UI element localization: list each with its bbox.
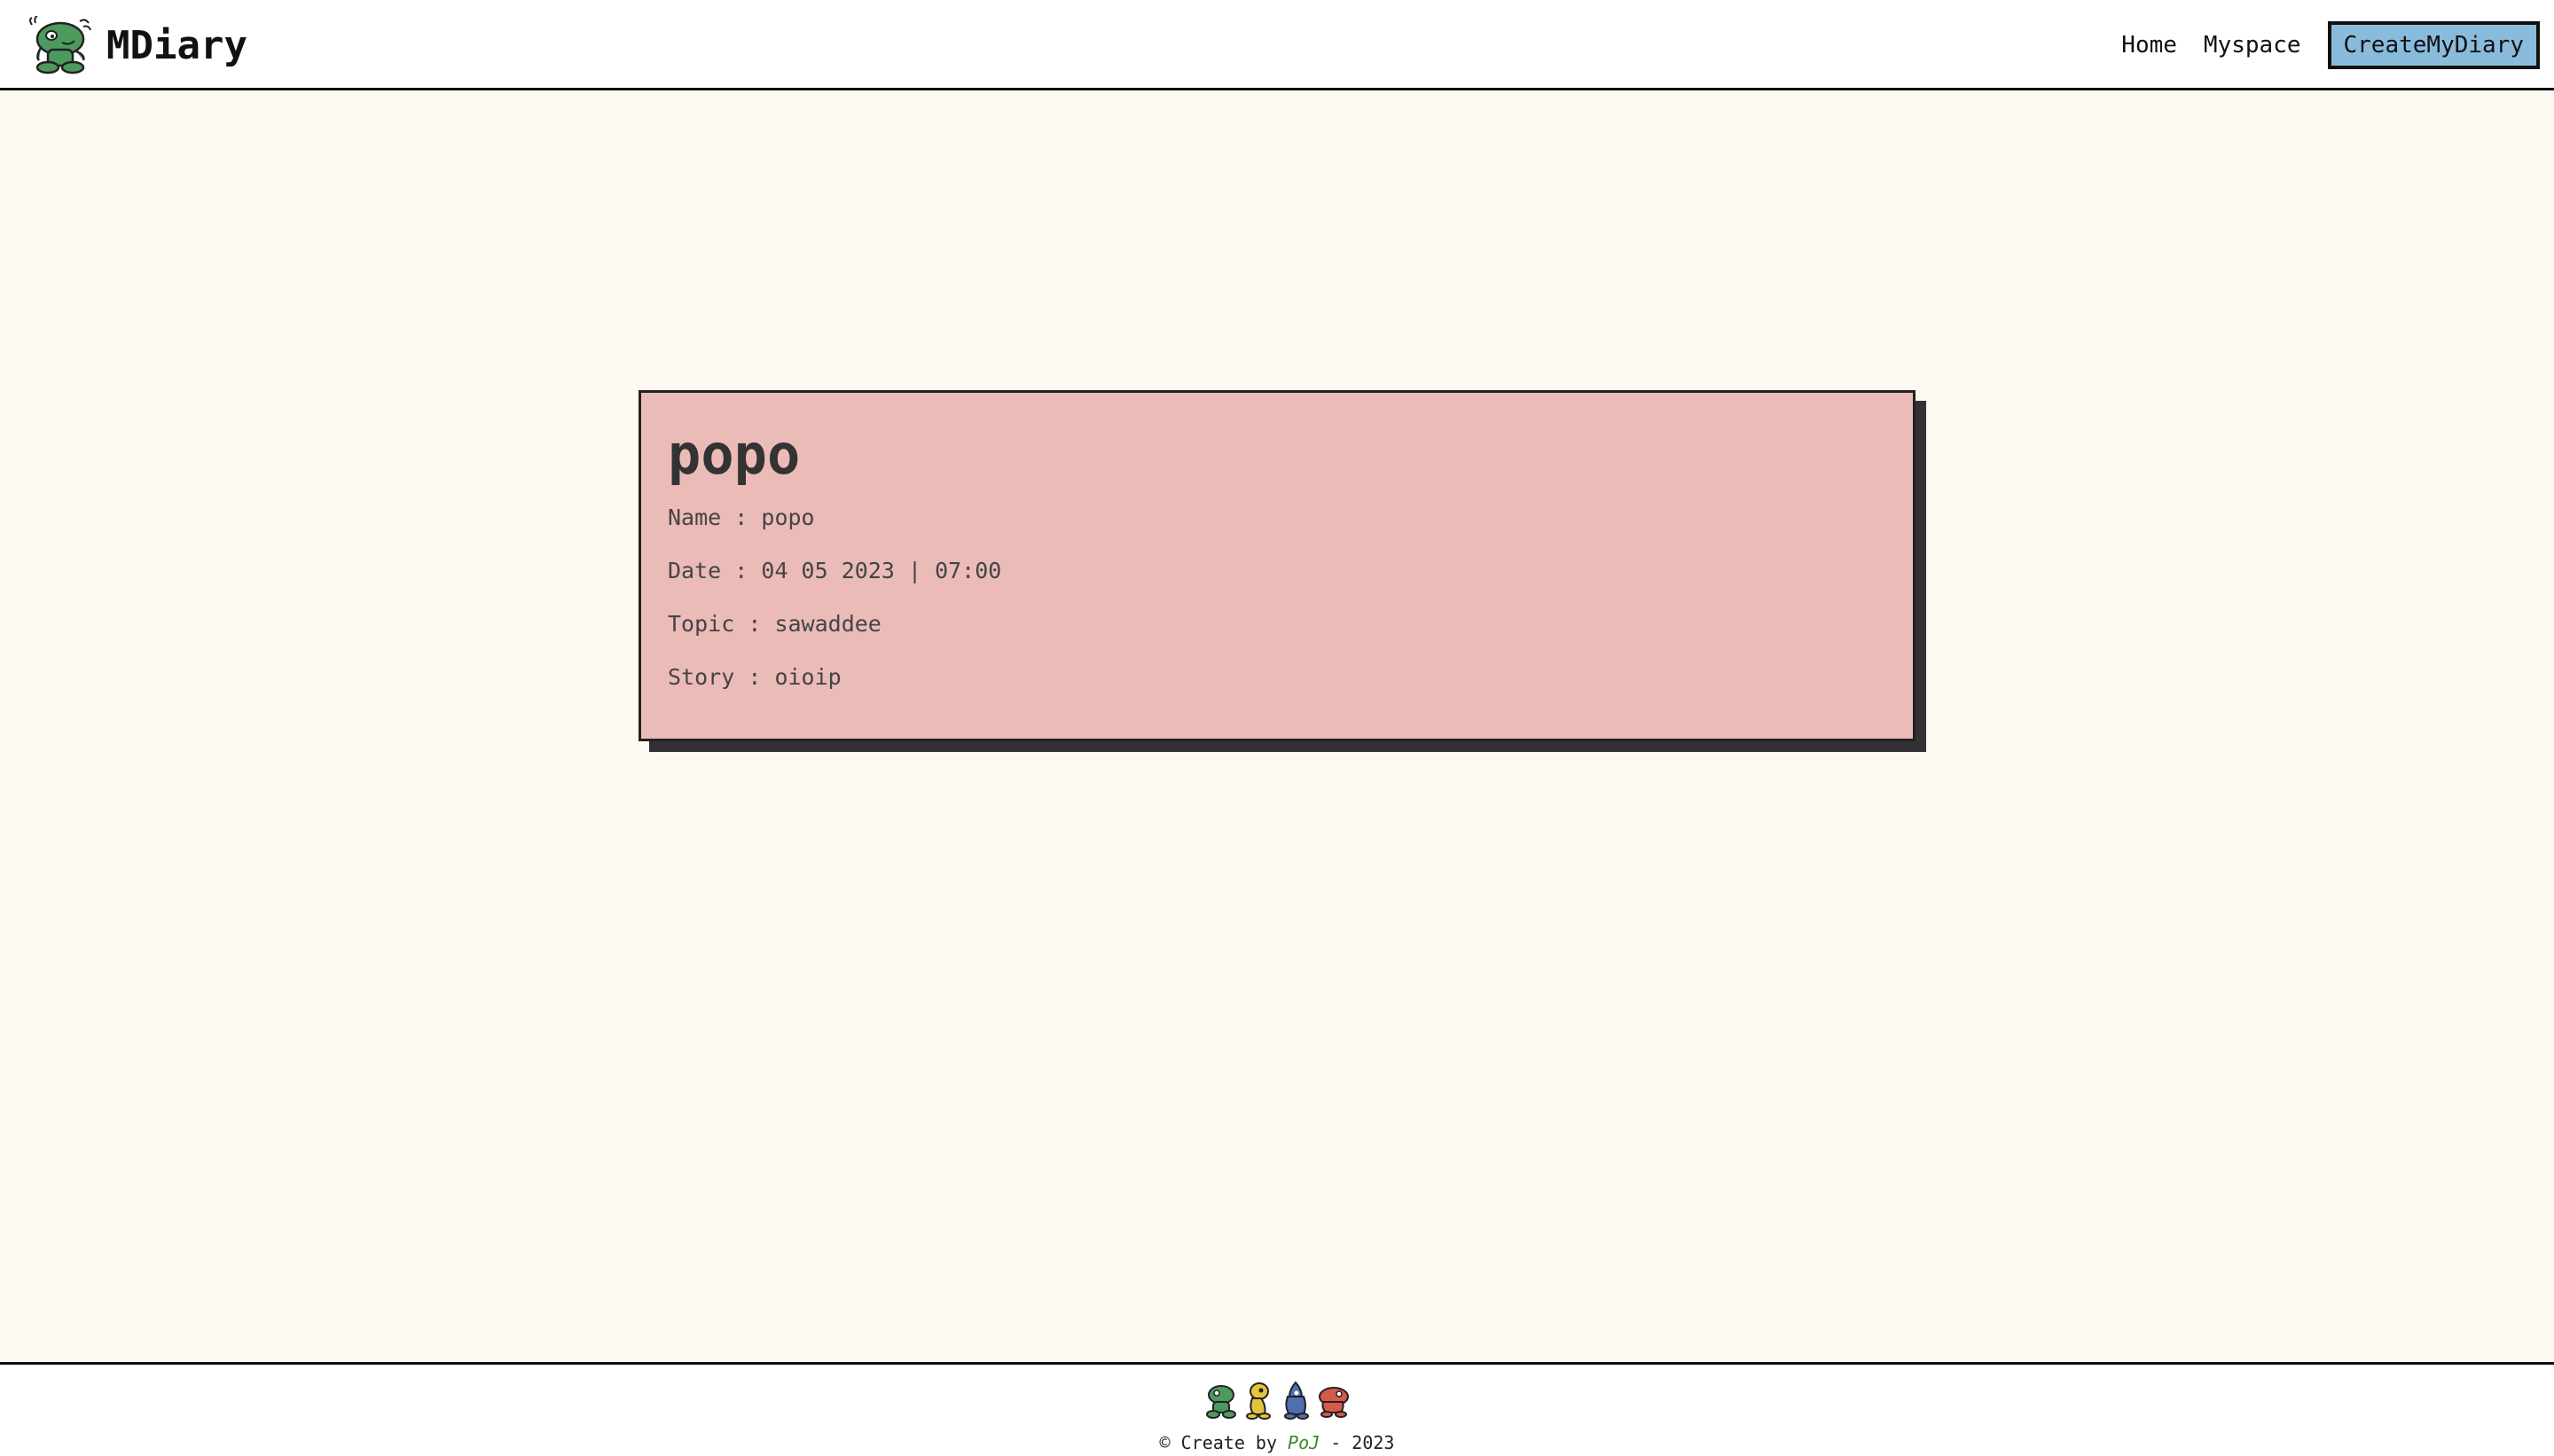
footer-credit: © Create by PoJ - 2023 — [0, 1432, 2554, 1453]
diary-date-value: 04 05 2023 | 07:00 — [761, 558, 1002, 583]
separator: : — [734, 505, 748, 530]
diary-name-label: Name — [668, 505, 722, 530]
footer-author-link[interactable]: PoJ — [1288, 1432, 1320, 1453]
yellow-monster-icon — [1246, 1382, 1271, 1420]
green-monster-icon — [29, 16, 91, 74]
footer-create-by: Create by — [1180, 1432, 1277, 1453]
footer-dash: - — [1330, 1432, 1342, 1453]
diary-name-row: Name : popo — [668, 503, 1886, 556]
diary-story-label: Story — [668, 664, 735, 690]
separator: : — [748, 664, 762, 690]
nav-home-link[interactable]: Home — [2121, 32, 2177, 59]
separator: : — [748, 611, 762, 637]
diary-topic-row: Topic : sawaddee — [668, 609, 1886, 662]
copyright-symbol: © — [1159, 1432, 1171, 1453]
diary-title: popo — [668, 422, 801, 487]
diary-topic-value: sawaddee — [774, 611, 881, 637]
navbar: MDiary Home Myspace CreateMyDiary — [0, 0, 2554, 90]
diary-topic-label: Topic — [668, 611, 735, 637]
mascot-row — [1203, 1381, 1351, 1420]
green-monster-icon — [1206, 1385, 1236, 1419]
diary-story-row: Story : oioip — [668, 662, 1886, 716]
diary-date-label: Date — [668, 558, 722, 583]
diary-card-container: popo Name : popo Date : 04 05 2023 | 07:… — [638, 390, 1926, 752]
footer-year: 2023 — [1351, 1432, 1395, 1453]
blue-monster-icon — [1284, 1381, 1309, 1420]
red-monster-icon — [1319, 1387, 1349, 1418]
diary-card: popo Name : popo Date : 04 05 2023 | 07:… — [638, 390, 1916, 741]
diary-name-value: popo — [761, 505, 815, 530]
diary-story-value: oioip — [774, 664, 842, 690]
footer: © Create by PoJ - 2023 — [0, 1362, 2554, 1456]
create-my-diary-button[interactable]: CreateMyDiary — [2327, 21, 2540, 69]
nav-links: Home Myspace CreateMyDiary — [2121, 21, 2540, 69]
brand-name[interactable]: MDiary — [106, 23, 247, 68]
diary-date-row: Date : 04 05 2023 | 07:00 — [668, 556, 1886, 609]
brand-link[interactable]: MDiary — [27, 16, 247, 74]
nav-myspace-link[interactable]: Myspace — [2204, 32, 2301, 59]
separator: : — [734, 558, 748, 583]
